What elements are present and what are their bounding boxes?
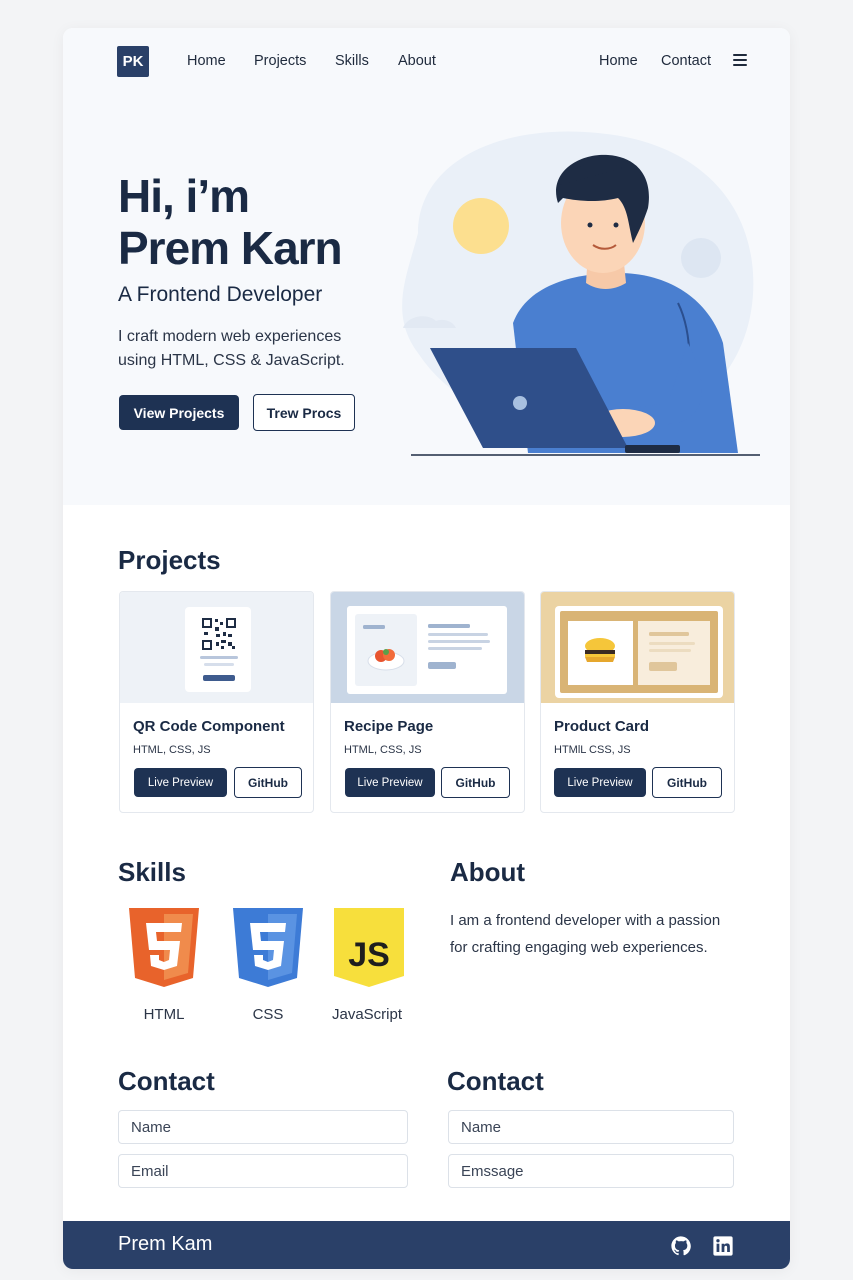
contact-heading-left: Contact [118, 1066, 215, 1096]
live-preview-button[interactable]: Live Preview [134, 768, 227, 797]
hero-title-line1: Hi, i’m [118, 170, 250, 222]
nav-link-contact[interactable]: Contact [661, 53, 711, 69]
card-title: Recipe Page [344, 718, 434, 735]
linkedin-icon[interactable] [712, 1235, 734, 1257]
about-text: I am a frontend developer with a passion… [450, 912, 721, 956]
projects-heading: Projects [118, 545, 221, 575]
card-thumbnail [120, 592, 313, 703]
nav-link-home-right[interactable]: Home [599, 53, 638, 69]
live-preview-button[interactable]: Live Preview [345, 768, 435, 797]
footer-name: Prem Kam [118, 1233, 213, 1255]
card-thumbnail [331, 592, 524, 703]
hero-title-line2: Prem Karn [118, 222, 343, 274]
nav-link-about[interactable]: About [398, 53, 436, 69]
skills-heading: Skills [118, 857, 186, 887]
page-frame: PK Home Projects Skills About Home Conta… [63, 28, 790, 1269]
project-card-recipe: Recipe Page HTML, CSS, JS Live Preview G… [330, 591, 525, 813]
github-button[interactable]: GitHub [234, 767, 302, 798]
hero-title: Hi, i’m Prem Karn [118, 170, 343, 274]
html5-icon [129, 908, 199, 987]
nav-link-skills[interactable]: Skills [335, 53, 369, 69]
about-heading: About [450, 857, 526, 887]
hero-description: I craft modern web experiences using HTM… [118, 328, 345, 369]
skill-label-javascript: JavaScript [331, 1006, 403, 1023]
github-button[interactable]: GitHub [652, 767, 722, 798]
project-card-qr: QR Code Component HTML, CSS, JS Live Pre… [119, 591, 314, 813]
nav-link-home[interactable]: Home [187, 53, 226, 69]
view-projects-button[interactable]: View Projects [119, 395, 239, 430]
hero-subtitle: A Frontend Developer [118, 283, 323, 306]
contact-heading-right: Contact [447, 1066, 544, 1096]
js-icon: JS [334, 908, 404, 987]
logo[interactable]: PK [117, 46, 149, 77]
message-field[interactable] [448, 1154, 734, 1188]
hamburger-menu-icon[interactable] [733, 54, 747, 66]
developer-illustration [402, 131, 760, 456]
skill-label-html: HTML [143, 1006, 185, 1023]
live-preview-button[interactable]: Live Preview [554, 768, 646, 797]
svg-text:JS: JS [348, 936, 390, 974]
card-tags: HTMlL CSS, JS [554, 744, 631, 756]
card-tags: HTML, CSS, JS [344, 744, 422, 756]
name-field-right[interactable] [448, 1110, 734, 1144]
github-button[interactable]: GitHub [441, 767, 510, 798]
card-tags: HTML, CSS, JS [133, 744, 211, 756]
email-field[interactable] [118, 1154, 408, 1188]
card-thumbnail [541, 592, 734, 703]
secondary-hero-button[interactable]: Trew Procs [253, 394, 355, 431]
card-title: Product Card [554, 718, 650, 735]
sun-icon [453, 198, 509, 254]
nav-link-projects[interactable]: Projects [254, 53, 306, 69]
github-icon[interactable] [670, 1235, 692, 1257]
name-field-left[interactable] [118, 1110, 408, 1144]
css3-icon [233, 908, 303, 987]
card-title: QR Code Component [133, 718, 285, 735]
project-card-product: Product Card HTMlL CSS, JS Live Preview … [540, 591, 735, 813]
footer: Prem Kam [63, 1221, 790, 1269]
skill-label-css: CSS [252, 1006, 284, 1023]
